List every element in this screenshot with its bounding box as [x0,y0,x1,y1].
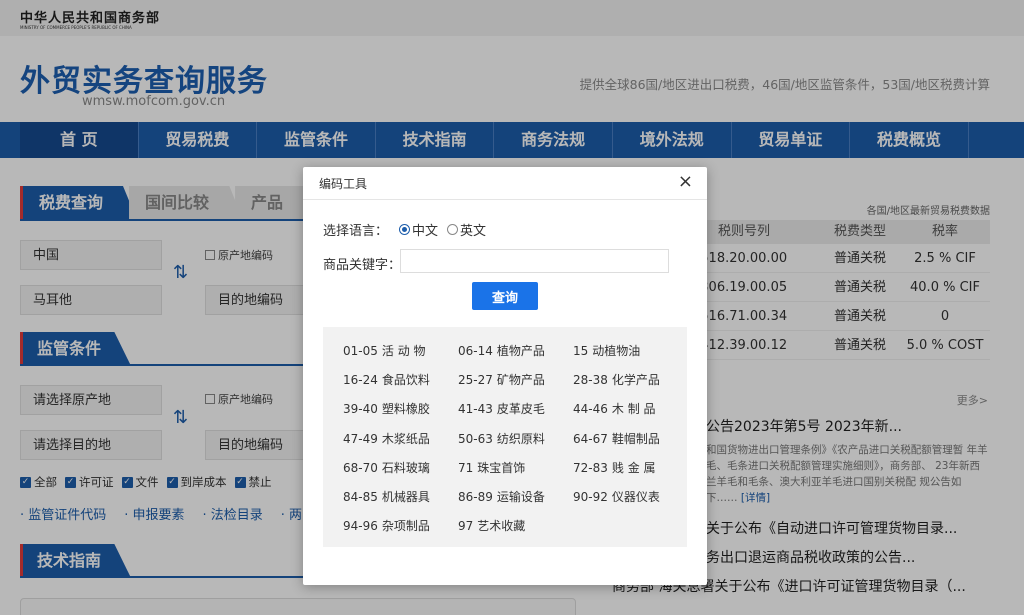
category-code: 94-96 [343,519,378,534]
category-item[interactable]: 86-89 运输设备 [458,485,573,514]
category-name: 纺织原料 [496,431,545,446]
category-panel: 01-05 活 动 物 06-14 植物产品 15 动植物油 16-24 食品饮料 25-27 矿… [323,327,687,547]
category-item[interactable]: 71 珠宝首饰 [458,456,573,485]
category-code: 72-83 [573,460,608,475]
category-code: 50-63 [458,431,493,446]
category-item[interactable]: 64-67 鞋帽制品 [573,427,688,456]
category-name: 化学产品 [611,373,660,388]
radio-chinese[interactable]: 中文 [399,220,438,239]
code-tool-dialog: 编码工具 × 选择语言： 中文 英文 商品关键字： 查询 01-05 活 动 物0… [303,167,707,585]
keyword-input[interactable] [400,249,669,273]
category-name: 杂项制品 [381,519,430,534]
category-code: 06-14 [458,344,493,358]
category-code: 47-49 [343,431,378,446]
category-name: 鞋帽制品 [611,431,660,446]
category-code: 86-89 [458,489,493,504]
category-item[interactable]: 16-24 食品饮料 [343,368,458,397]
category-code: 68-70 [343,460,378,475]
category-code: 16-24 [343,373,378,388]
category-name: 珠宝首饰 [477,460,526,475]
category-item[interactable]: 68-70 石料玻璃 [343,456,458,485]
dialog-title: 编码工具 [319,177,368,191]
query-button[interactable]: 查询 [472,282,538,310]
category-item[interactable]: 41-43 皮革皮毛 [458,397,573,426]
category-item[interactable]: 01-05 活 动 物 [343,339,458,368]
category-item[interactable]: 72-83 贱 金 属 [573,456,688,485]
category-name: 仪器仪表 [611,489,660,504]
radio-english[interactable]: 英文 [447,220,486,239]
language-label: 选择语言： [323,224,389,239]
category-name: 贱 金 属 [611,460,656,475]
category-code: 39-40 [343,402,378,417]
category-item[interactable]: 90-92 仪器仪表 [573,485,688,514]
category-name: 运输设备 [496,489,545,504]
title-divider [303,199,707,200]
radio-icon [399,224,410,235]
category-code: 15 [573,344,589,358]
category-item[interactable]: 44-46 木 制 品 [573,397,688,426]
category-item[interactable]: 15 动植物油 [573,339,688,368]
category-item[interactable]: 06-14 植物产品 [458,339,573,368]
category-item[interactable]: 84-85 机械器具 [343,485,458,514]
category-code: 01-05 [343,344,378,358]
category-item[interactable]: 97 艺术收藏 [458,514,573,543]
category-code: 64-67 [573,431,608,446]
category-item[interactable]: 28-38 化学产品 [573,368,688,397]
category-code: 71 [458,460,474,475]
category-item[interactable]: 94-96 杂项制品 [343,514,458,543]
category-item[interactable]: 47-49 木浆纸品 [343,427,458,456]
category-code: 90-92 [573,489,608,504]
category-code: 41-43 [458,402,493,417]
close-icon[interactable]: × [678,172,693,192]
category-code: 84-85 [343,489,378,504]
category-name: 木浆纸品 [381,431,430,446]
category-name: 动植物油 [592,344,641,358]
category-code: 44-46 [573,402,608,417]
category-name: 植物产品 [496,344,545,358]
category-item[interactable]: 50-63 纺织原料 [458,427,573,456]
category-name: 食品饮料 [381,373,430,388]
category-name: 皮革皮毛 [496,402,545,417]
category-item[interactable]: 39-40 塑料橡胶 [343,397,458,426]
keyword-label: 商品关键字： [323,258,402,273]
category-name: 艺术收藏 [477,519,526,534]
category-name: 石料玻璃 [381,460,430,475]
category-item[interactable]: 25-27 矿物产品 [458,368,573,397]
category-name: 矿物产品 [496,373,545,388]
category-code: 28-38 [573,373,608,388]
category-name: 塑料橡胶 [381,402,430,417]
category-name: 机械器具 [381,489,430,504]
category-code: 97 [458,519,474,534]
category-name: 活 动 物 [381,344,426,358]
category-code: 25-27 [458,373,493,388]
category-grid: 01-05 活 动 物 06-14 植物产品 15 动植物油 16-24 食品饮料 25-27 矿… [343,339,688,543]
radio-icon [447,224,458,235]
category-name: 木 制 品 [611,402,656,417]
